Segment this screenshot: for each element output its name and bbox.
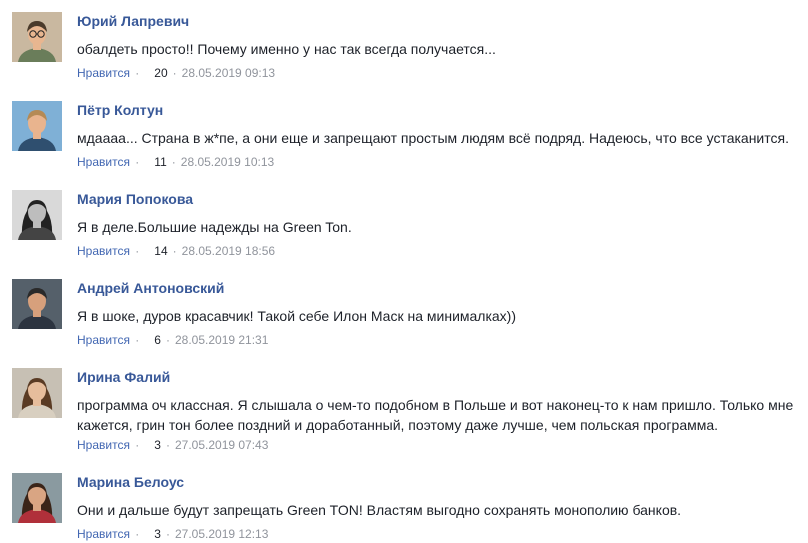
meta-separator: ·	[172, 244, 177, 258]
comment-date: 27.05.2019 12:13	[174, 527, 269, 541]
comment-text: обалдеть просто!! Почему именно у нас та…	[77, 41, 496, 57]
like-button[interactable]: Нравится	[77, 66, 130, 80]
comment-author[interactable]: Марина Белоус	[77, 473, 184, 491]
meta-separator: ·	[135, 438, 140, 452]
like-count: 11	[154, 155, 167, 169]
comment-text: Я в деле.Большие надежды на Green Ton.	[77, 219, 352, 235]
like-count: 14	[154, 244, 168, 258]
avatar-man-icon[interactable]	[12, 279, 62, 329]
avatar-man-icon[interactable]	[12, 101, 62, 151]
meta-separator: ·	[135, 244, 140, 258]
comment-author[interactable]: Юрий Лапревич	[77, 12, 189, 30]
meta-separator: ·	[135, 333, 140, 347]
comment-author[interactable]: Ирина Фалий	[77, 368, 170, 386]
meta-separator: ·	[165, 438, 170, 452]
like-button[interactable]: Нравится	[77, 333, 130, 347]
meta-separator: ·	[165, 527, 170, 541]
comment-meta: Нравится · 3 · 27.05.2019 07:43	[77, 437, 268, 453]
like-count: 6	[154, 333, 161, 347]
like-button[interactable]: Нравится	[77, 438, 130, 452]
like-count: 3	[154, 527, 161, 541]
meta-separator: ·	[135, 66, 140, 80]
avatar-woman-icon[interactable]	[12, 473, 62, 523]
like-button[interactable]: Нравится	[77, 155, 130, 169]
comment-author[interactable]: Мария Попокова	[77, 190, 193, 208]
comment-meta: Нравится · 14 · 28.05.2019 18:56	[77, 243, 275, 259]
like-count: 20	[154, 66, 168, 80]
like-button[interactable]: Нравится	[77, 527, 130, 541]
meta-separator: ·	[135, 155, 140, 169]
avatar-man-glasses-icon[interactable]	[12, 12, 62, 62]
meta-separator: ·	[135, 527, 140, 541]
avatar-woman-icon[interactable]	[12, 190, 62, 240]
comment-text: Они и дальше будут запрещать Green TON! …	[77, 502, 682, 518]
comment-date: 28.05.2019 09:13	[181, 66, 276, 80]
avatar-woman-icon[interactable]	[12, 368, 62, 418]
comment-date: 28.05.2019 18:56	[181, 244, 276, 258]
comment-meta: Нравится · 3 · 27.05.2019 12:13	[77, 526, 268, 542]
comment-author[interactable]: Пётр Колтун	[77, 101, 163, 119]
comment-date: 28.05.2019 10:13	[180, 155, 275, 169]
meta-separator: ·	[172, 66, 177, 80]
meta-separator: ·	[165, 333, 170, 347]
like-count: 3	[154, 438, 161, 452]
comment-text: Я в шоке, дуров красавчик! Такой себе Ил…	[77, 308, 517, 324]
comment-meta: Нравится · 6 · 28.05.2019 21:31	[77, 332, 268, 348]
comment-meta: Нравится · 11 · 28.05.2019 10:13	[77, 154, 274, 170]
comment-text: программа оч классная. Я слышала о чем-т…	[77, 397, 794, 433]
comment-author[interactable]: Андрей Антоновский	[77, 279, 224, 297]
like-button[interactable]: Нравится	[77, 244, 130, 258]
comment-meta: Нравится · 20 · 28.05.2019 09:13	[77, 65, 275, 81]
meta-separator: ·	[171, 155, 176, 169]
comment-text: мдаааа... Страна в ж*пе, а они еще и зап…	[77, 130, 789, 146]
comment-date: 27.05.2019 07:43	[174, 438, 269, 452]
comment-date: 28.05.2019 21:31	[174, 333, 269, 347]
